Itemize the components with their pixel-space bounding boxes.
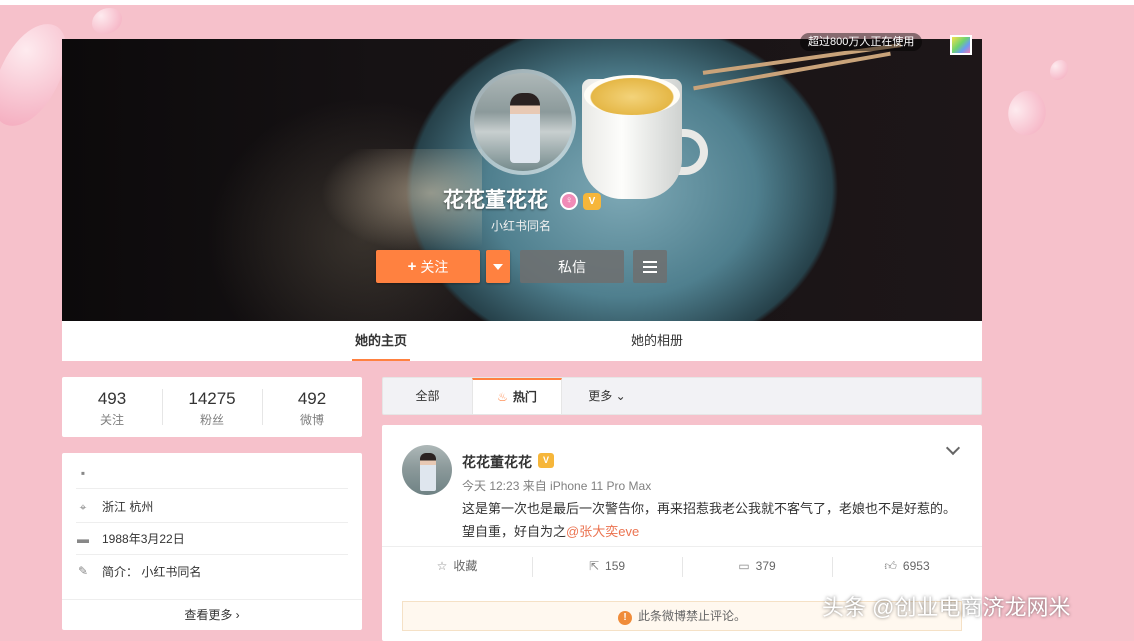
notice-text: 此条微博禁止评论。 [637,609,746,623]
location-text: 浙江 杭州 [102,500,154,514]
stat-posts[interactable]: 492 微博 [262,377,362,437]
profile-name: 花花董花花 [443,189,548,212]
post-body: 这是第一次也是最后一次警告你，再来招惹我老公我就不客气了，老娘也不是好惹的。望自… [462,501,957,539]
message-button[interactable]: 私信 [520,250,624,283]
more-menu-button[interactable] [633,250,667,283]
cover-cup-top [584,75,680,115]
filter-hot[interactable]: ♨ 热门 [472,378,562,414]
follow-label: 关注 [420,258,449,275]
repost-icon: ⇱ [588,559,600,573]
menu-icon [643,260,657,263]
profile-subname: 小红书同名 [491,219,552,233]
like-icon: 👍︎ [884,559,897,573]
comment-icon: ▭ [738,559,750,573]
follow-button[interactable]: + 关注 [376,250,480,283]
filter-more[interactable]: 更多 ⌄ [562,378,652,414]
petal-decoration [92,8,122,34]
warning-icon: ! [617,611,632,625]
caret-down-icon [493,263,503,270]
info-header: ▪ [76,457,348,489]
follow-dropdown-button[interactable] [486,250,510,283]
info-location: ⌖ 浙江 杭州 [76,491,348,523]
favorite-label: 收藏 [453,559,478,573]
post-meta: 今天 12:23 来自 iPhone 11 Pro Max [462,479,652,493]
filter-hot-label: 热门 [512,390,537,404]
avatar-person [420,453,436,491]
repost-count: 159 [605,559,626,573]
post-text: 这是第一次也是最后一次警告你，再来招惹我老公我就不客气了，老娘也不是好惹的。望自… [462,497,962,543]
star-icon: ☆ [436,559,448,573]
repost-button[interactable]: ⇱ 159 [532,547,682,585]
post-avatar[interactable] [402,445,452,495]
like-button[interactable]: 👍︎ 6953 [832,547,982,585]
watermark: 头条 @创业电商济龙网米 [822,595,1071,620]
stat-label: 微博 [299,413,324,427]
cake-icon: ▬ [77,531,89,546]
chevron-down-icon[interactable] [945,440,961,456]
stat-number: 492 [297,389,327,408]
filter-all[interactable]: 全部 [383,378,472,414]
mention-link[interactable]: @张大奕eve [566,524,639,539]
comment-count: 379 [755,559,776,573]
profile-tabs: 她的主页 她的相册 [62,321,982,361]
post-author[interactable]: 花花董花花 [462,452,532,472]
vip-icon[interactable]: V [538,453,554,468]
usage-badge[interactable]: 超过800万人正在使用 [800,33,923,51]
skin-icon[interactable] [950,35,972,55]
vip-icon[interactable]: V [583,193,601,210]
tab-album[interactable]: 她的相册 [631,321,683,361]
comment-button[interactable]: ▭ 379 [682,547,832,585]
info-card: ▪ ⌖ 浙江 杭州 ▬ 1988年3月22日 ✎ 简介： 小红书同名 查看更多 … [62,453,362,630]
birthday-text: 1988年3月22日 [102,532,185,546]
tab-home[interactable]: 她的主页 [351,321,411,361]
like-count: 6953 [902,559,930,573]
info-bio: ✎ 简介： 小红书同名 [76,555,348,587]
bookmark-icon: ▪ [80,465,86,480]
favorite-button[interactable]: ☆ 收藏 [382,547,532,585]
petal-decoration [1050,60,1068,80]
stat-following[interactable]: 493 关注 [62,377,162,437]
stats-card: 493 关注 14275 粉丝 492 微博 [62,377,362,437]
stat-number: 493 [97,389,127,408]
bio-text: 简介： 小红书同名 [102,564,202,579]
stat-label: 粉丝 [199,413,224,427]
female-icon: ♀ [560,192,578,210]
stat-label: 关注 [99,413,124,427]
stat-number: 14275 [188,389,236,408]
view-more-link[interactable]: 查看更多 › [62,599,362,630]
stat-followers[interactable]: 14275 粉丝 [162,377,262,437]
plus-icon: + [407,258,417,275]
edit-icon: ✎ [77,564,89,578]
avatar-person [510,93,540,163]
post-actions: ☆ 收藏 ⇱ 159 ▭ 379 👍︎ 6953 [382,546,982,585]
avatar[interactable] [474,73,572,171]
info-birthday: ▬ 1988年3月22日 [76,523,348,555]
feed-filter-bar: 全部 ♨ 热门 更多 ⌄ [382,377,982,415]
petal-decoration [999,84,1055,142]
fire-icon: ♨ [497,390,508,404]
location-icon: ⌖ [79,499,87,514]
top-strip [0,0,1134,5]
